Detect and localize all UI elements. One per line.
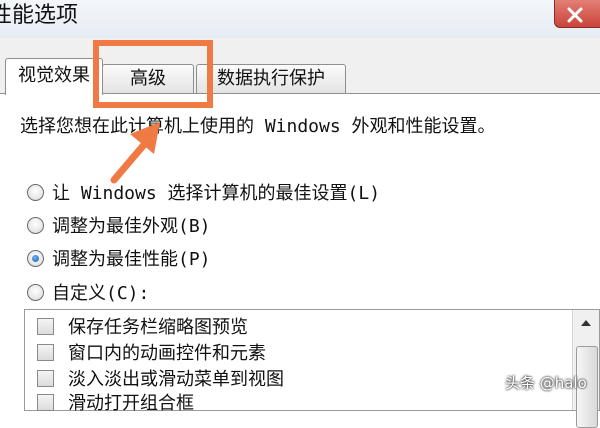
checkbox[interactable] [37, 343, 54, 361]
radio-option-let-windows-choose[interactable]: 让 Windows 选择计算机的最佳设置(L) [27, 180, 380, 204]
annotation-arrow-icon [110, 122, 160, 184]
panel-description: 选择您想在此计算机上使用的 Windows 外观和性能设置。 [20, 116, 496, 137]
radio-option-best-appearance[interactable]: 调整为最佳外观(B) [27, 213, 211, 237]
tab-visual-effects[interactable]: 视觉效果 [5, 58, 103, 95]
tab-strip: 视觉效果 高级 数据执行保护 [0, 56, 600, 95]
checkbox[interactable] [37, 369, 54, 387]
radio-option-best-performance[interactable]: 调整为最佳性能(P) [27, 246, 211, 270]
radio-label: 让 Windows 选择计算机的最佳设置(L) [52, 183, 381, 204]
radio-button[interactable] [27, 283, 44, 301]
radio-button[interactable] [27, 216, 44, 234]
vertical-scrollbar[interactable] [572, 310, 599, 428]
title-bar: 性能选项 [0, 0, 600, 38]
chevron-up-icon [581, 320, 591, 326]
effects-listbox[interactable]: 保存任务栏缩略图预览 窗口内的动画控件和元素 淡入淡出或滑动菜单到视图 滑动打开… [24, 309, 600, 428]
list-item-label: 淡入淡出或滑动菜单到视图 [68, 369, 284, 390]
close-icon [567, 7, 583, 23]
list-item[interactable]: 窗口内的动画控件和元素 [37, 340, 266, 364]
radio-label: 调整为最佳外观(B) [52, 216, 211, 237]
list-item-label: 滑动打开组合框 [68, 393, 194, 414]
radio-label: 自定义(C): [52, 283, 150, 304]
watermark-text: 头条 @halo [505, 374, 587, 392]
list-item[interactable]: 滑动打开组合框 [37, 390, 194, 414]
tab-data-execution-prevention[interactable]: 数据执行保护 [196, 64, 346, 93]
list-item-label: 窗口内的动画控件和元素 [68, 343, 266, 364]
radio-button[interactable] [27, 183, 44, 201]
list-item[interactable]: 淡入淡出或滑动菜单到视图 [37, 366, 284, 390]
list-item[interactable]: 保存任务栏缩略图预览 [37, 314, 248, 338]
annotation-highlight-box [93, 40, 213, 108]
scroll-up-button[interactable] [576, 312, 596, 334]
radio-button-selected[interactable] [27, 249, 44, 267]
radio-label: 调整为最佳性能(P) [52, 249, 211, 270]
checkbox[interactable] [37, 317, 54, 335]
close-button[interactable] [554, 0, 600, 28]
checkbox[interactable] [37, 393, 54, 411]
radio-option-custom[interactable]: 自定义(C): [27, 280, 149, 304]
list-item-label: 保存任务栏缩略图预览 [68, 317, 248, 338]
window-title: 性能选项 [0, 3, 79, 28]
